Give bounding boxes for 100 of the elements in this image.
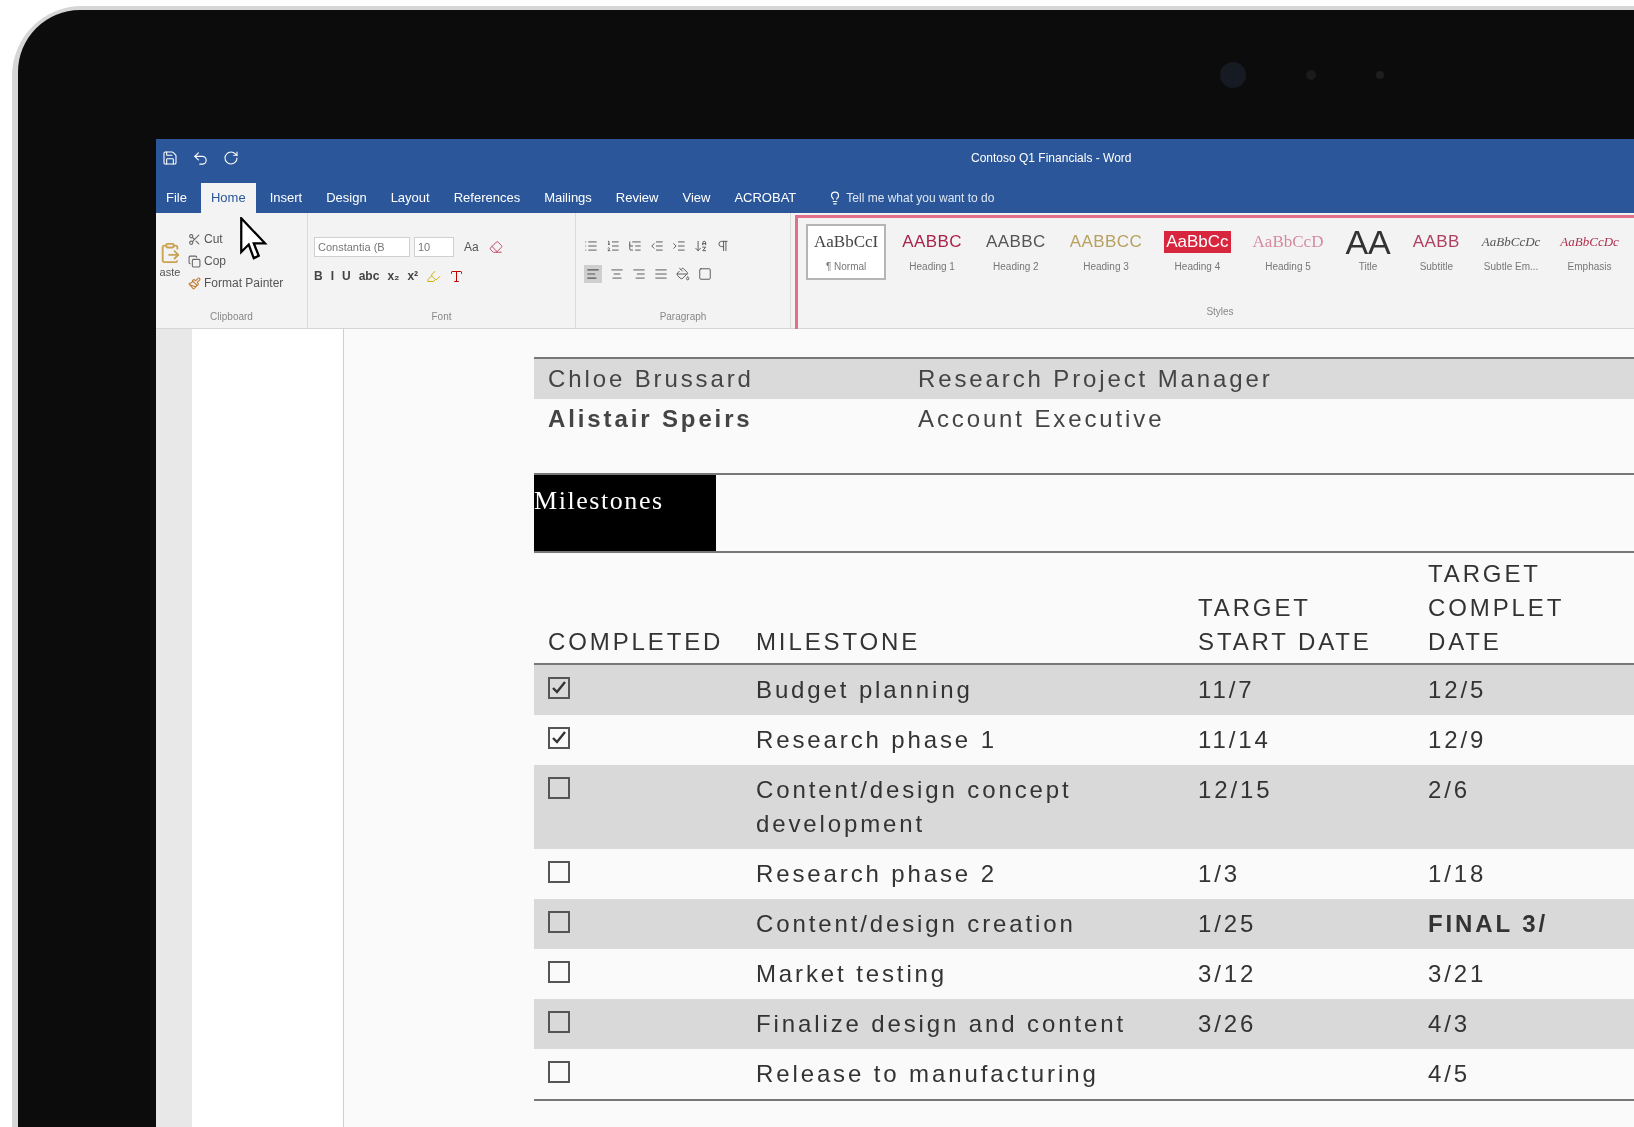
change-case-button[interactable]: Aa (458, 238, 485, 256)
style-gallery-item[interactable]: AA Title (1339, 224, 1397, 280)
style-gallery-item[interactable]: AABBCC Heading 3 (1061, 224, 1151, 280)
completed-checkbox[interactable] (548, 727, 570, 749)
column-header: MILESTONE (756, 627, 922, 657)
milestone-cell-text: Research phase 1 (756, 725, 998, 755)
milestone-cell-text: Market testing (756, 959, 949, 989)
clear-formatting-icon[interactable] (488, 240, 503, 254)
font-format-button[interactable]: x² (407, 267, 419, 285)
milestone-cell-text: Finalize design and content (756, 1009, 1127, 1039)
style-gallery-item[interactable]: AABB Subtitle (1404, 224, 1468, 280)
font-format-button[interactable]: U (342, 267, 351, 285)
column-header: TARGET COMPLET DATE (1428, 559, 1566, 657)
ribbon-tab[interactable]: Review (605, 183, 669, 213)
date-cell-text: 3/26 (1198, 1009, 1258, 1039)
group-label: Font (430, 310, 453, 324)
font-family-dropdown[interactable]: Constantia (B (314, 237, 410, 257)
completed-checkbox[interactable] (548, 1061, 570, 1083)
redo-icon[interactable] (223, 150, 239, 166)
ribbon-tab[interactable]: Insert (259, 183, 313, 213)
completed-checkbox[interactable] (548, 1011, 570, 1033)
scissors-icon (188, 232, 201, 246)
date-cell-text: 1/25 (1198, 909, 1258, 939)
completed-checkbox[interactable] (548, 911, 570, 933)
group-label: Clipboard (209, 310, 254, 324)
ribbon-tab[interactable]: Design (316, 183, 377, 213)
paste-button[interactable]: aste (156, 241, 184, 281)
date-cell-text: 12/15 (1198, 775, 1274, 805)
column-header: COMPLETED (548, 627, 725, 657)
contact-role: Research Project Manager (918, 364, 1273, 394)
ribbon-tab[interactable]: File (156, 183, 197, 213)
date-cell-text: 12/5 (1428, 675, 1488, 705)
font-size-dropdown[interactable]: 10 (414, 237, 454, 257)
align-center-icon[interactable] (610, 267, 624, 281)
style-gallery-item[interactable]: AABBC Heading 1 (894, 224, 970, 280)
completed-checkbox[interactable] (548, 677, 570, 699)
style-gallery-item[interactable]: AaBbCcDc Emphasis (1554, 224, 1625, 280)
milestone-cell-text: Research phase 2 (756, 859, 998, 889)
milestone-cell-text: Release to manufacturing (756, 1059, 1100, 1089)
copy-icon (188, 254, 201, 268)
save-icon[interactable] (162, 150, 178, 166)
date-cell-text: 2/6 (1428, 775, 1471, 805)
pilcrow-icon[interactable] (716, 239, 730, 253)
font-format-button[interactable]: abc (358, 267, 380, 285)
font-format-button[interactable]: x₂ (387, 267, 400, 285)
style-gallery-item[interactable]: AABBC Heading 2 (978, 224, 1054, 280)
ribbon-tab[interactable]: Home (200, 183, 256, 213)
tell-me-field[interactable]: Tell me what you want to do (810, 183, 1013, 213)
align-right-icon[interactable] (632, 267, 646, 281)
ribbon-tab[interactable]: View (672, 183, 721, 213)
style-gallery-item[interactable]: AaBbCcD Heading 5 (1244, 224, 1332, 280)
copy-button[interactable]: Cop (188, 252, 284, 270)
date-cell-text: 3/12 (1198, 959, 1258, 989)
contact-role: Account Executive (918, 404, 1165, 434)
font-format-button[interactable]: B (314, 267, 323, 285)
shading-icon[interactable] (676, 267, 690, 281)
date-cell-text: 1/3 (1198, 859, 1241, 889)
completed-checkbox[interactable] (548, 861, 570, 883)
milestone-cell-text: Budget planning (756, 675, 974, 705)
ribbon-tab[interactable]: References (443, 183, 531, 213)
multilevel-list-icon[interactable] (628, 239, 642, 253)
section-heading: Milestones (534, 475, 716, 551)
ribbon-tab[interactable]: ACROBAT (724, 183, 807, 213)
date-cell-text: 4/3 (1428, 1009, 1471, 1039)
date-cell-text: 4/5 (1428, 1059, 1471, 1089)
bullet-list-icon[interactable] (584, 239, 598, 253)
borders-icon[interactable] (698, 267, 712, 281)
column-header: TARGET START DATE (1198, 593, 1373, 657)
date-cell-text: 1/18 (1428, 859, 1488, 889)
style-gallery-item[interactable]: AaBbCc Heading 4 (1158, 224, 1237, 280)
milestone-cell-text: Content/design creation (756, 909, 1077, 939)
sort-icon[interactable] (694, 239, 708, 253)
paintbrush-icon (188, 276, 201, 290)
mouse-pointer-icon (240, 217, 270, 262)
completed-checkbox[interactable] (548, 961, 570, 983)
font-color-icon[interactable] (449, 268, 465, 284)
date-cell-text: FINAL 3/ (1428, 909, 1549, 939)
group-label: Styles (1205, 305, 1235, 319)
completed-checkbox[interactable] (548, 777, 570, 799)
contact-name: Alistair Speirs (548, 404, 754, 434)
ribbon-tab[interactable]: Layout (380, 183, 440, 213)
contact-name: Chloe Brussard (548, 364, 755, 394)
indent-icon[interactable] (672, 239, 686, 253)
format-painter-button[interactable]: Format Painter (188, 274, 284, 292)
date-cell-text: 12/9 (1428, 725, 1488, 755)
window-title: Contoso Q1 Financials - Word (971, 150, 1132, 167)
date-cell-text: 11/14 (1198, 725, 1272, 755)
clipboard-icon (159, 241, 181, 264)
numbered-list-icon[interactable] (606, 239, 620, 253)
justify-icon[interactable] (654, 267, 668, 281)
ribbon-tab[interactable]: Mailings (534, 183, 602, 213)
outdent-icon[interactable] (650, 239, 664, 253)
group-label: Paragraph (658, 310, 708, 324)
font-format-button[interactable]: I (330, 267, 334, 285)
milestone-cell-text: Content/design concept development (756, 775, 1073, 839)
date-cell-text: 11/7 (1198, 675, 1256, 705)
style-gallery-item[interactable]: AaBbCcDc Subtle Em... (1475, 224, 1547, 280)
align-left-icon[interactable] (584, 265, 602, 283)
style-gallery-item[interactable]: AaBbCcI ¶ Normal (806, 224, 887, 280)
undo-icon[interactable] (192, 149, 209, 167)
